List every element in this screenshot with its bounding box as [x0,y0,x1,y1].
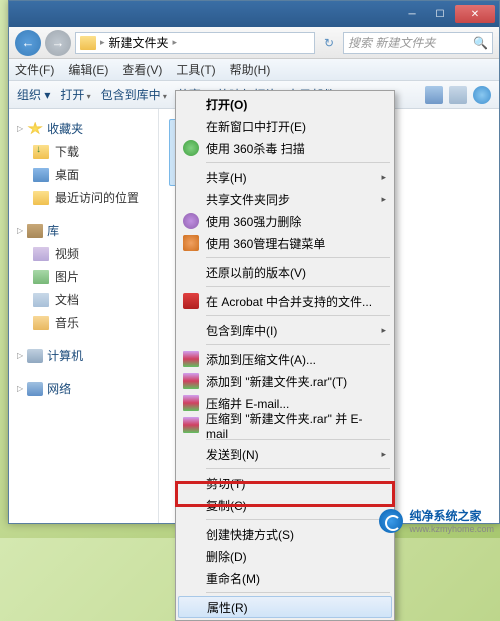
menu-view[interactable]: 查看(V) [122,61,162,78]
address-bar: ← → ▸ 新建文件夹 ▸ ↻ 搜索 新建文件夹 🔍 [9,27,499,59]
back-button[interactable]: ← [15,30,41,56]
rar-icon [183,373,199,389]
sidebar-computer[interactable]: ▷计算机 [9,344,158,367]
organize-button[interactable]: 组织 ▾ [17,86,50,103]
desktop-icon [33,168,49,182]
ctx-include-library[interactable]: 包含到库中(I) [178,319,392,341]
ctx-create-shortcut[interactable]: 创建快捷方式(S) [178,523,392,545]
separator [206,592,390,593]
close-button[interactable]: ✕ [455,5,495,23]
separator [206,286,390,287]
sidebar-desktop[interactable]: 桌面 [9,163,158,186]
menu-tools[interactable]: 工具(T) [176,61,215,78]
breadcrumb[interactable]: ▸ 新建文件夹 ▸ [75,32,315,54]
ctx-open[interactable]: 打开(O) [178,93,392,115]
ctx-properties[interactable]: 属性(R) [178,596,392,618]
separator [206,344,390,345]
download-icon [33,145,49,159]
watermark-url: www.kzmyhome.com [409,524,494,534]
sidebar-pictures[interactable]: 图片 [9,265,158,288]
separator [206,315,390,316]
ctx-acrobat-combine[interactable]: 在 Acrobat 中合并支持的文件... [178,290,392,312]
sidebar-music[interactable]: 音乐 [9,311,158,334]
network-icon [27,382,43,396]
watermark-logo-icon [379,509,403,533]
separator [206,468,390,469]
separator [206,257,390,258]
sidebar: ▷收藏夹 下载 桌面 最近访问的位置 ▷库 视频 图片 文档 音乐 ▷计算机 ▷… [9,109,159,523]
sidebar-documents[interactable]: 文档 [9,288,158,311]
ctx-copy[interactable]: 复制(C) [178,494,392,516]
ctx-360-scan[interactable]: 使用 360杀毒 扫描 [178,137,392,159]
shield-icon [183,140,199,156]
sidebar-libraries[interactable]: ▷库 [9,219,158,242]
sidebar-videos[interactable]: 视频 [9,242,158,265]
menu-help[interactable]: 帮助(H) [230,61,271,78]
sidebar-downloads[interactable]: 下载 [9,140,158,163]
menu-edit[interactable]: 编辑(E) [68,61,108,78]
sidebar-network[interactable]: ▷网络 [9,377,158,400]
watermark-text: 纯净系统之家 [409,509,481,523]
ctx-restore-version[interactable]: 还原以前的版本(V) [178,261,392,283]
rar-icon [183,351,199,367]
titlebar: ─ ☐ ✕ [9,1,499,27]
ctx-rename[interactable]: 重命名(M) [178,567,392,589]
help-icon[interactable] [473,86,491,104]
watermark: 纯净系统之家 www.kzmyhome.com [379,507,494,534]
refresh-button[interactable]: ↻ [319,36,339,50]
menu-file[interactable]: 文件(F) [15,61,54,78]
sidebar-favorites[interactable]: ▷收藏夹 [9,117,158,140]
video-icon [33,247,49,261]
recent-icon [33,191,49,205]
rar-icon [183,395,199,411]
rar-icon [183,417,199,433]
ctx-delete[interactable]: 删除(D) [178,545,392,567]
context-menu: 打开(O) 在新窗口中打开(E) 使用 360杀毒 扫描 共享(H) 共享文件夹… [175,90,395,621]
chevron-right-icon: ▸ [173,37,178,48]
document-icon [33,293,49,307]
delete-icon [183,213,199,229]
ctx-compress-name-email[interactable]: 压缩到 "新建文件夹.rar" 并 E-mail [178,414,392,436]
ctx-open-new-window[interactable]: 在新窗口中打开(E) [178,115,392,137]
maximize-button[interactable]: ☐ [427,5,453,23]
menubar: 文件(F) 编辑(E) 查看(V) 工具(T) 帮助(H) [9,59,499,81]
search-input[interactable]: 搜索 新建文件夹 🔍 [343,32,493,54]
ctx-sync-folder[interactable]: 共享文件夹同步 [178,188,392,210]
ctx-add-archive[interactable]: 添加到压缩文件(A)... [178,348,392,370]
folder-icon [80,36,96,50]
ctx-send-to[interactable]: 发送到(N) [178,443,392,465]
ctx-share[interactable]: 共享(H) [178,166,392,188]
chevron-right-icon: ▸ [100,37,105,48]
computer-icon [27,349,43,363]
search-icon: 🔍 [473,36,488,50]
search-placeholder: 搜索 新建文件夹 [348,34,473,51]
adobe-icon [183,293,199,309]
open-button[interactable]: 打开 [60,86,90,103]
view-icon[interactable] [425,86,443,104]
music-icon [33,316,49,330]
forward-button[interactable]: → [45,30,71,56]
picture-icon [33,270,49,284]
library-icon [27,224,43,238]
ctx-360-delete[interactable]: 使用 360强力删除 [178,210,392,232]
sidebar-recent[interactable]: 最近访问的位置 [9,186,158,209]
star-icon [27,122,43,136]
ctx-cut[interactable]: 剪切(T) [178,472,392,494]
preview-icon[interactable] [449,86,467,104]
minimize-button[interactable]: ─ [399,5,425,23]
ctx-add-archive-name[interactable]: 添加到 "新建文件夹.rar"(T) [178,370,392,392]
include-library-button[interactable]: 包含到库中 [101,86,167,103]
separator [206,519,390,520]
ctx-360-menu[interactable]: 使用 360管理右键菜单 [178,232,392,254]
separator [206,162,390,163]
menu-manage-icon [183,235,199,251]
breadcrumb-folder[interactable]: 新建文件夹 [109,34,169,51]
